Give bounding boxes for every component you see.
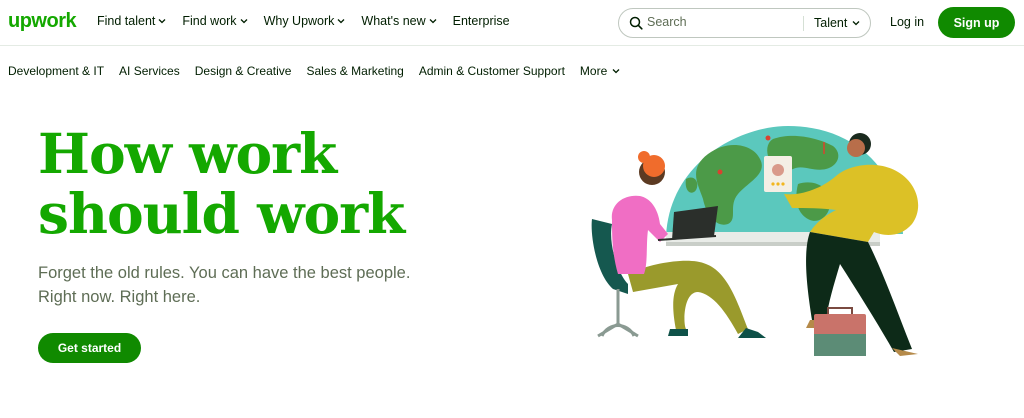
nav-find-work[interactable]: Find work <box>182 14 248 28</box>
nav-enterprise-label: Enterprise <box>452 14 510 28</box>
hero-title: How work should work <box>38 124 458 244</box>
profile-card-illustration <box>764 156 792 192</box>
top-navigation: upwork Find talent Find work Why Upwork … <box>0 0 1024 46</box>
hero-title-line-2: should work <box>38 181 405 246</box>
search-type-label: Talent <box>814 16 848 30</box>
category-admin-support[interactable]: Admin & Customer Support <box>419 64 565 78</box>
category-more-label: More <box>579 64 608 78</box>
nav-enterprise[interactable]: Enterprise <box>453 14 510 28</box>
chevron-down-icon <box>337 18 345 24</box>
chevron-down-icon <box>852 20 860 26</box>
hero-subtitle: Forget the old rules. You can have the b… <box>38 261 438 309</box>
category-design-creative[interactable]: Design & Creative <box>195 64 292 78</box>
nav-find-work-label: Find work <box>182 14 237 28</box>
search-icon[interactable] <box>629 16 643 35</box>
hero-subtitle-line-1: Forget the old rules. You can have the b… <box>38 264 411 282</box>
upwork-logo[interactable]: upwork <box>8 10 77 33</box>
chevron-down-icon <box>158 18 166 24</box>
category-more[interactable]: More <box>580 64 620 78</box>
hero-title-line-1: How work <box>38 121 337 186</box>
nav-find-talent-label: Find talent <box>97 14 156 28</box>
chevron-down-icon <box>240 18 248 24</box>
get-started-button[interactable]: Get started <box>38 333 141 363</box>
login-link[interactable]: Log in <box>890 15 924 29</box>
chevron-down-icon <box>429 18 437 24</box>
category-development-it[interactable]: Development & IT <box>8 64 104 78</box>
nav-find-talent[interactable]: Find talent <box>97 14 166 28</box>
signup-button[interactable]: Sign up <box>938 7 1015 38</box>
bag-illustration <box>814 307 866 356</box>
category-ai-services[interactable]: AI Services <box>119 64 180 78</box>
nav-whats-new-label: What's new <box>361 14 426 28</box>
nav-why-upwork[interactable]: Why Upwork <box>264 14 346 28</box>
main-nav: Find talent Find work Why Upwork What's … <box>97 14 526 28</box>
hero-illustration <box>591 126 919 356</box>
search-bar: Talent <box>618 8 871 38</box>
search-divider <box>803 16 804 31</box>
category-sales-marketing[interactable]: Sales & Marketing <box>306 64 403 78</box>
search-input[interactable] <box>647 15 807 29</box>
chevron-down-icon <box>612 68 620 74</box>
category-nav: Development & IT AI Services Design & Cr… <box>8 64 635 78</box>
hero-subtitle-line-2: Right now. Right here. <box>38 288 201 306</box>
nav-whats-new[interactable]: What's new <box>361 14 437 28</box>
nav-why-upwork-label: Why Upwork <box>263 14 335 28</box>
search-type-select[interactable]: Talent <box>814 16 860 30</box>
